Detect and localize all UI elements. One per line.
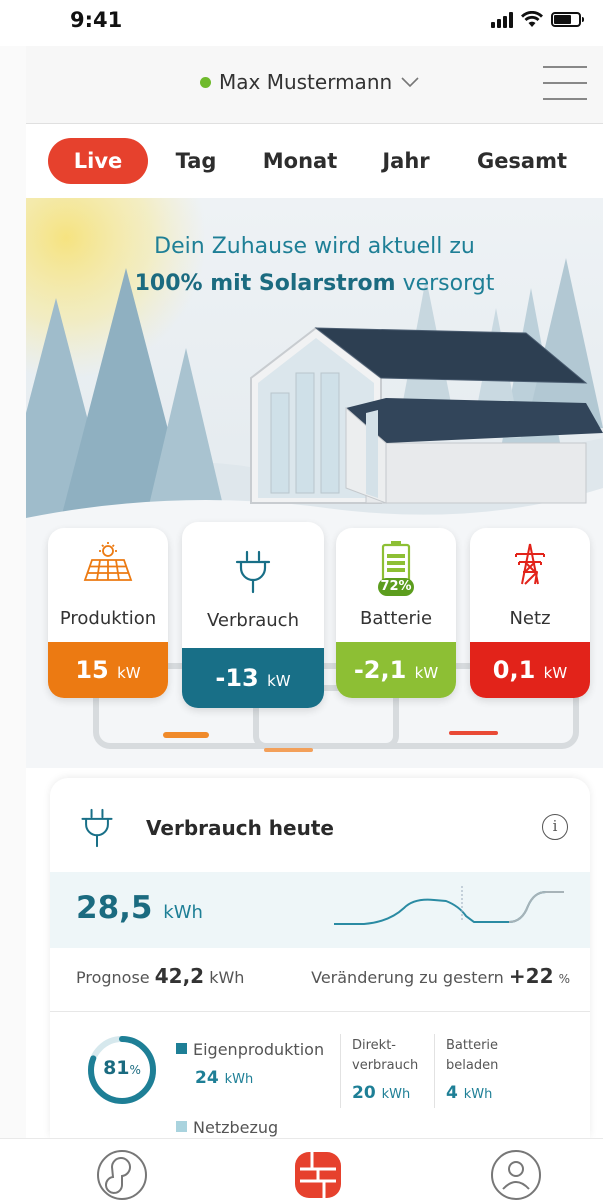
status-bar: 9:41 [0,0,603,46]
batterie-label: Batterie [359,608,433,629]
left-edge [0,46,26,1138]
status-icons [491,11,584,28]
tab-gesamt[interactable]: Gesamt [474,138,570,184]
prognose-label: Prognose [76,968,150,987]
batterie-value: 4 kWh [446,1083,493,1103]
hero-message: Dein Zuhause wird aktuell zu 100% mit So… [26,228,603,302]
hero-line-1: Dein Zuhause wird aktuell zu [154,234,475,259]
tile-verbrauch[interactable]: Verbrauch -13 kW [182,522,324,708]
bottom-navigation [0,1138,603,1200]
info-icon[interactable]: i [542,814,568,840]
tab-tag[interactable]: Tag [166,138,226,184]
change-unit: % [558,972,570,986]
hero-illustration: Dein Zuhause wird aktuell zu 100% mit So… [26,198,603,768]
hero-highlight: 100% mit Solarstrom [134,271,396,296]
legend-eigenproduktion: Eigenproduktion [176,1040,324,1059]
solar-panel-icon [83,542,133,581]
hero-line-2-rest: versorgt [395,271,495,296]
online-status-dot [200,76,211,88]
app-header: Max Mustermann [26,46,603,124]
consumption-sparkline [334,886,564,925]
legend-netzbezug: Netzbezug [176,1118,278,1137]
produktion-value: 15 kW [48,642,168,698]
chevron-down-icon [401,77,419,88]
profile-icon[interactable] [490,1149,542,1200]
prognose-unit: kWh [209,968,245,987]
verbrauch-label: Verbrauch [207,610,299,631]
signal-icon [491,11,513,28]
tile-netz[interactable]: Netz 0,1 kW [470,528,590,698]
user-selector[interactable]: Max Mustermann [200,70,420,94]
battery-status-icon [551,12,584,27]
user-name: Max Mustermann [219,70,393,94]
dashboard-icon[interactable] [292,1149,344,1200]
direkt-heading: Direkt-verbrauch [352,1038,419,1073]
self-sufficiency-donut: 81% [86,1034,158,1106]
direkt-value: 20 kWh [352,1083,411,1103]
tab-monat[interactable]: Monat [258,138,342,184]
donut-label: 81% [103,1057,141,1079]
battery-percent-badge: 72% [380,579,412,594]
hamburger-menu-button[interactable] [543,66,587,100]
analytics-icon[interactable] [96,1149,148,1200]
wifi-icon [521,11,543,27]
plug-icon [235,550,271,594]
netz-value: 0,1 kW [470,642,590,698]
batterie-heading: Batterie beladen [446,1038,499,1073]
today-summary: 28,5 kWh [50,872,590,948]
tile-batterie[interactable]: 72% Batterie -2,1 kW [336,528,456,698]
hero-line-2: 100% mit Solarstrom versorgt [26,265,603,302]
change-block: Veränderung zu gestern +22 % [311,964,570,988]
consumption-today-card[interactable]: Verbrauch heute i 28,5 kWh Prognose 42,2… [50,778,590,1138]
produktion-label: Produktion [59,608,157,629]
power-tower-icon [515,543,545,585]
eigen-value: 24 kWh [195,1068,254,1088]
tab-jahr[interactable]: Jahr [376,138,436,184]
today-value: 28,5 kWh [76,890,203,926]
tile-produktion[interactable]: Produktion 15 kW [48,528,168,698]
status-time: 9:41 [70,8,123,32]
change-value: +22 [508,964,554,988]
vertical-divider [340,1034,341,1108]
netz-label: Netz [509,608,551,629]
vertical-divider [434,1034,435,1108]
period-tabs: Live Tag Monat Jahr Gesamt [26,124,603,198]
batterie-value: -2,1 kW [336,642,456,698]
divider [50,1011,590,1012]
change-label: Veränderung zu gestern [311,968,504,987]
card-title: Verbrauch heute [146,816,334,840]
forecast-row: Prognose 42,2 kWh Veränderung zu gestern… [76,964,570,994]
prognose-value: 42,2 [154,964,205,988]
tab-live[interactable]: Live [48,138,148,184]
plug-icon [81,808,113,848]
card-header: Verbrauch heute i [78,808,568,848]
verbrauch-value: -13 kW [182,648,324,708]
